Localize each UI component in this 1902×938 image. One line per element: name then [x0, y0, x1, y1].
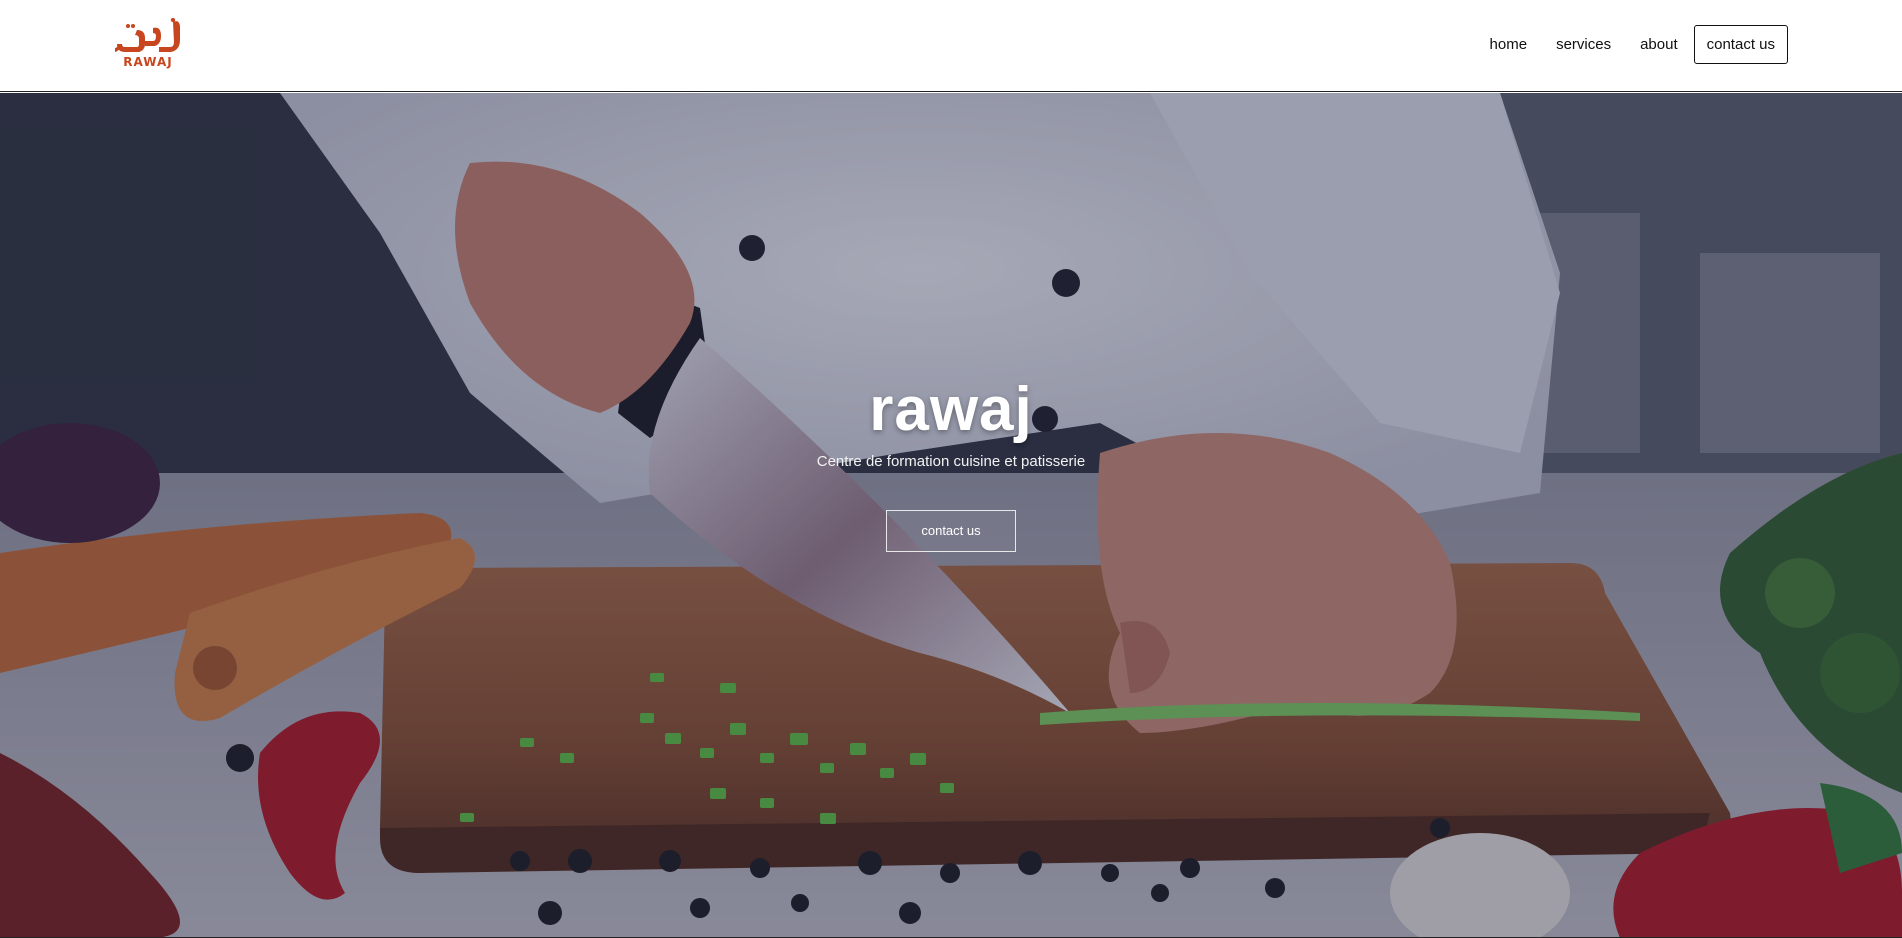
hero-subtitle: Centre de formation cuisine et patisseri… [816, 453, 1086, 470]
hero-contact-button[interactable]: contact us [886, 510, 1016, 552]
nav-contact-button[interactable]: contact us [1693, 25, 1788, 64]
main-nav: home services about contact us [1461, 25, 1788, 64]
landing-page: RAWAJ home services about contact us raw… [0, 0, 1902, 938]
hero-content: rawaj Centre de formation cuisine et pat… [0, 375, 1902, 552]
nav-about-link[interactable]: about [1640, 25, 1678, 64]
logo-latin-text: RAWAJ [123, 55, 173, 69]
brand-logo[interactable]: RAWAJ [115, 18, 187, 74]
hero-title: rawaj [869, 375, 1033, 444]
hero-section: rawaj Centre de formation cuisine et pat… [0, 93, 1902, 938]
nav-home-link[interactable]: home [1490, 25, 1528, 64]
top-navbar: RAWAJ home services about contact us [0, 0, 1902, 92]
nav-services-link[interactable]: services [1556, 25, 1611, 64]
